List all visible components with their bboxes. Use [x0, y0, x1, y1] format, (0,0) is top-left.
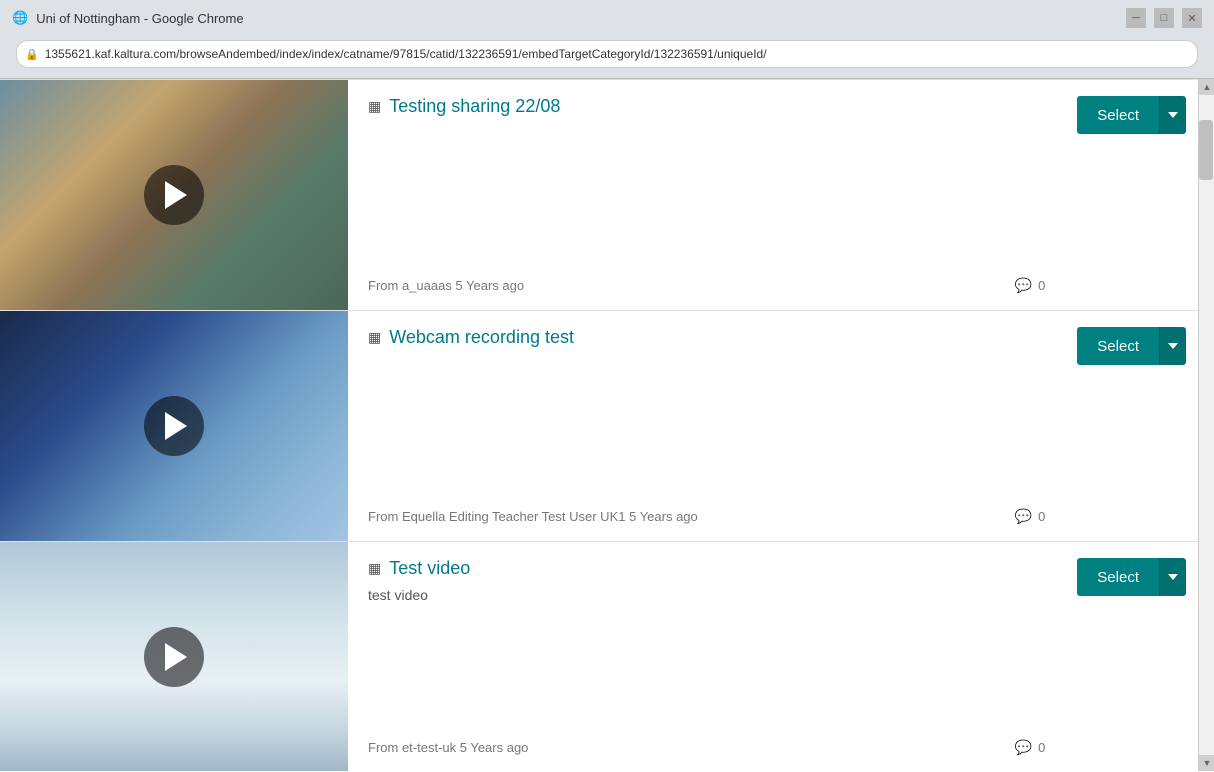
- select-dropdown-testing-sharing[interactable]: [1159, 96, 1186, 134]
- play-button-test-video[interactable]: [144, 627, 204, 687]
- item-description-test-video: test video: [368, 587, 1045, 603]
- chevron-down-icon: [1168, 112, 1178, 118]
- item-meta-testing-sharing: From a_uaaas 5 Years ago 💬 0: [368, 269, 1045, 294]
- thumbnail-test-video[interactable]: [0, 542, 348, 771]
- item-meta-test-video: From et-test-uk 5 Years ago 💬 0: [368, 731, 1045, 756]
- address-bar-row: 🔒 1355621.kaf.kaltura.com/browseAndembed…: [0, 40, 1214, 78]
- maximize-button[interactable]: □: [1154, 8, 1174, 28]
- from-text-test-video: From et-test-uk 5 Years ago: [368, 740, 528, 755]
- play-button-webcam[interactable]: [144, 396, 204, 456]
- address-bar[interactable]: 🔒 1355621.kaf.kaltura.com/browseAndembed…: [16, 40, 1198, 68]
- video-item-webcam: ▦ Webcam recording test From Equella Edi…: [0, 311, 1198, 542]
- content-area: ▦ Testing sharing 22/08 From a_uaaas 5 Y…: [0, 79, 1214, 771]
- select-btn-group-webcam: Select: [1077, 327, 1186, 365]
- comment-count-test-video: 0: [1038, 740, 1045, 755]
- scroll-up-button[interactable]: ▲: [1199, 79, 1214, 95]
- title-bar: 🌐 Uni of Nottingham - Google Chrome ─ □ …: [0, 0, 1214, 36]
- film-icon: ▦: [368, 329, 381, 346]
- chevron-down-icon: [1168, 343, 1178, 349]
- title-row: ▦ Test video: [368, 558, 1045, 579]
- thumbnail-testing-sharing[interactable]: [0, 80, 348, 310]
- comment-count-webcam: 0: [1038, 509, 1045, 524]
- chevron-down-icon: [1168, 574, 1178, 580]
- video-title-webcam[interactable]: Webcam recording test: [389, 327, 574, 348]
- play-icon: [165, 412, 187, 440]
- browser-chrome: 🌐 Uni of Nottingham - Google Chrome ─ □ …: [0, 0, 1214, 79]
- video-title-test-video[interactable]: Test video: [389, 558, 470, 579]
- select-dropdown-webcam[interactable]: [1159, 327, 1186, 365]
- select-wrap-test-video: Select: [1065, 542, 1198, 771]
- lock-icon: 🔒: [25, 48, 39, 61]
- video-title-testing-sharing[interactable]: Testing sharing 22/08: [389, 96, 560, 117]
- play-button-testing-sharing[interactable]: [144, 165, 204, 225]
- comment-icon: 💬: [1015, 739, 1032, 756]
- select-button-webcam[interactable]: Select: [1077, 327, 1159, 365]
- window-title: Uni of Nottingham - Google Chrome: [36, 11, 243, 26]
- comment-icon: 💬: [1015, 277, 1032, 294]
- scroll-down-button[interactable]: ▼: [1199, 755, 1214, 771]
- select-dropdown-test-video[interactable]: [1159, 558, 1186, 596]
- thumbnail-webcam[interactable]: [0, 311, 348, 541]
- film-icon: ▦: [368, 98, 381, 115]
- close-button[interactable]: ✕: [1182, 8, 1202, 28]
- url-text: 1355621.kaf.kaltura.com/browseAndembed/i…: [45, 47, 767, 61]
- select-button-testing-sharing[interactable]: Select: [1077, 96, 1159, 134]
- video-list-container: ▦ Testing sharing 22/08 From a_uaaas 5 Y…: [0, 79, 1198, 771]
- comment-icon: 💬: [1015, 508, 1032, 525]
- play-icon: [165, 181, 187, 209]
- item-details-testing-sharing: ▦ Testing sharing 22/08 From a_uaaas 5 Y…: [348, 80, 1065, 310]
- select-wrap-webcam: Select: [1065, 311, 1198, 541]
- film-icon: ▦: [368, 560, 381, 577]
- select-button-test-video[interactable]: Select: [1077, 558, 1159, 596]
- from-text-testing-sharing: From a_uaaas 5 Years ago: [368, 278, 524, 293]
- item-details-webcam: ▦ Webcam recording test From Equella Edi…: [348, 311, 1065, 541]
- video-item-test-video: ▦ Test video test video From et-test-uk …: [0, 542, 1198, 771]
- title-row: ▦ Webcam recording test: [368, 327, 1045, 348]
- title-row: ▦ Testing sharing 22/08: [368, 96, 1045, 117]
- play-icon: [165, 643, 187, 671]
- item-meta-webcam: From Equella Editing Teacher Test User U…: [368, 500, 1045, 525]
- select-btn-group-test-video: Select: [1077, 558, 1186, 596]
- item-details-test-video: ▦ Test video test video From et-test-uk …: [348, 542, 1065, 771]
- comment-count-testing-sharing: 0: [1038, 278, 1045, 293]
- video-item-testing-sharing: ▦ Testing sharing 22/08 From a_uaaas 5 Y…: [0, 79, 1198, 311]
- minimize-button[interactable]: ─: [1126, 8, 1146, 28]
- select-wrap-testing-sharing: Select: [1065, 80, 1198, 310]
- from-text-webcam: From Equella Editing Teacher Test User U…: [368, 509, 698, 524]
- select-btn-group-testing-sharing: Select: [1077, 96, 1186, 134]
- scrollbar[interactable]: ▲ ▼: [1198, 79, 1214, 771]
- scrollbar-thumb[interactable]: [1199, 120, 1213, 180]
- window-controls[interactable]: ─ □ ✕: [1126, 8, 1202, 28]
- video-list: ▦ Testing sharing 22/08 From a_uaaas 5 Y…: [0, 79, 1198, 771]
